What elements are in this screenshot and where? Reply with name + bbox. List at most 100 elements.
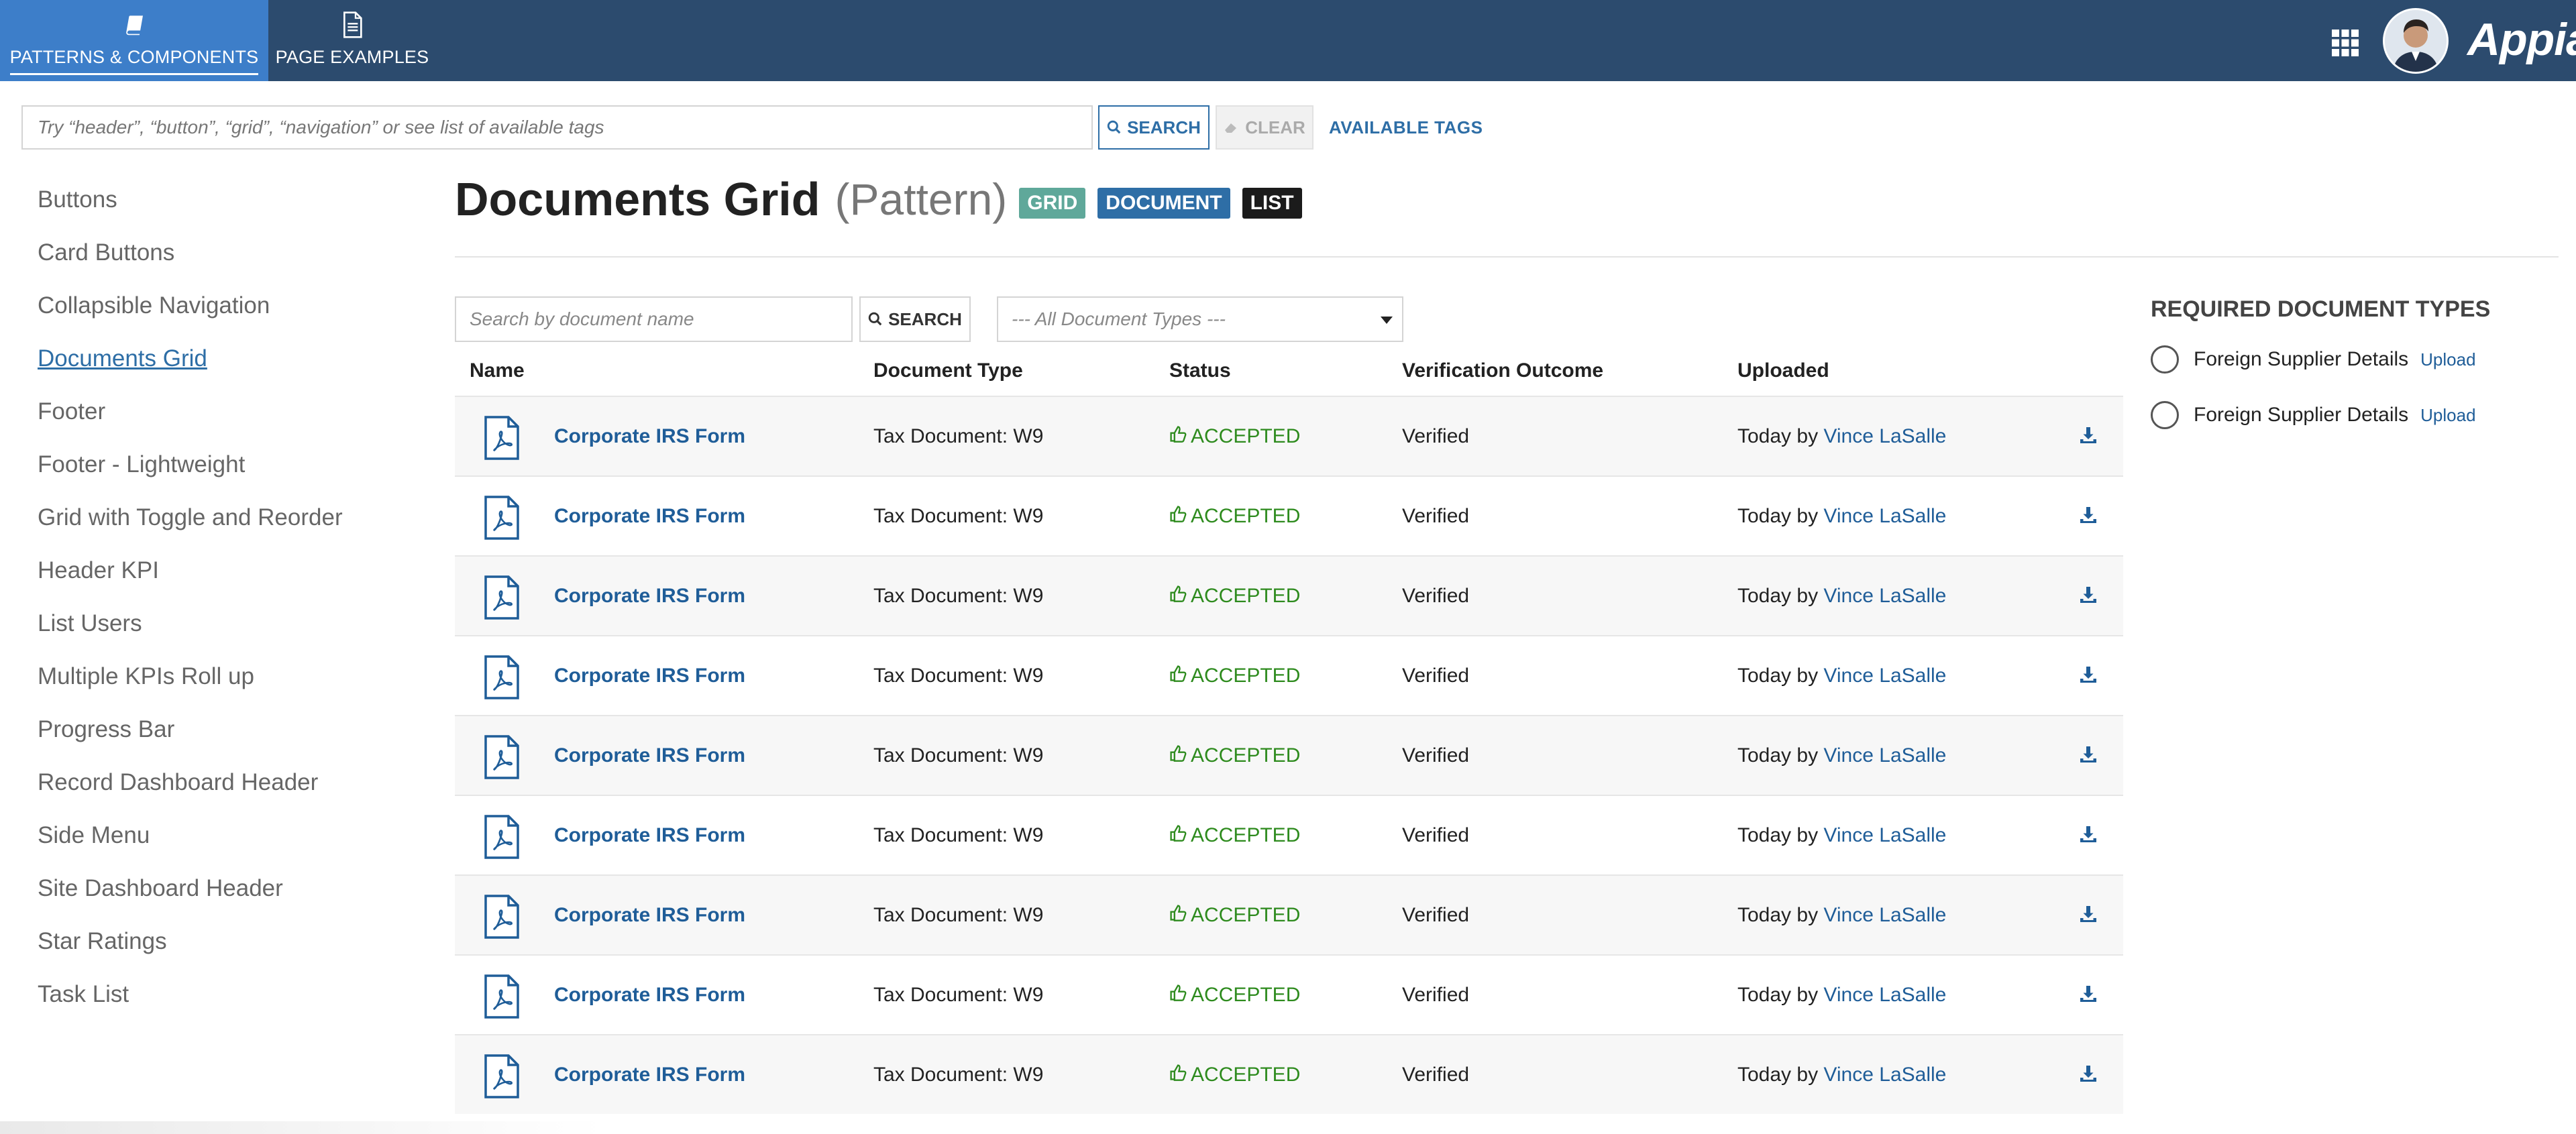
- sidebar-item-progress-bar[interactable]: Progress Bar: [38, 710, 413, 762]
- document-name-link[interactable]: Corporate IRS Form: [554, 824, 745, 847]
- download-icon[interactable]: [2078, 665, 2100, 686]
- radio-button[interactable]: [2151, 345, 2179, 374]
- document-type-cell: Tax Document: W9: [873, 744, 1044, 767]
- upload-link[interactable]: Upload: [2420, 405, 2475, 426]
- verification-outcome-cell: Verified: [1402, 585, 1470, 607]
- document-search-input[interactable]: Search by document name: [455, 296, 853, 342]
- column-header-uploaded[interactable]: Uploaded: [1737, 359, 1829, 382]
- column-header-status[interactable]: Status: [1169, 359, 1231, 382]
- uploader-link[interactable]: Vince LaSalle: [1823, 1064, 1946, 1086]
- search-icon: [868, 312, 882, 326]
- tag-grid[interactable]: GRID: [1019, 188, 1086, 219]
- thumbs-up-icon: [1169, 904, 1187, 927]
- tag-search-button[interactable]: SEARCH: [1098, 105, 1210, 150]
- status-label: ACCEPTED: [1191, 744, 1301, 767]
- sidebar-item-header-kpi[interactable]: Header KPI: [38, 551, 413, 604]
- status-cell: ACCEPTED: [1169, 904, 1300, 927]
- document-type-cell: Tax Document: W9: [873, 585, 1044, 607]
- apps-grid-icon[interactable]: [2331, 29, 2359, 57]
- document-name-link[interactable]: Corporate IRS Form: [554, 744, 745, 767]
- upload-link[interactable]: Upload: [2420, 349, 2475, 370]
- sidebar-item-footer[interactable]: Footer: [38, 392, 413, 445]
- sidebar-item-star-ratings[interactable]: Star Ratings: [38, 921, 413, 974]
- download-icon[interactable]: [2078, 824, 2100, 846]
- pdf-file-icon: [482, 496, 522, 540]
- sidebar-item-card-buttons[interactable]: Card Buttons: [38, 233, 413, 286]
- tag-document[interactable]: DOCUMENT: [1097, 188, 1230, 219]
- document-name-link[interactable]: Corporate IRS Form: [554, 505, 745, 528]
- verification-outcome-cell: Verified: [1402, 904, 1470, 926]
- document-name-link[interactable]: Corporate IRS Form: [554, 984, 745, 1007]
- uploader-link[interactable]: Vince LaSalle: [1823, 665, 1946, 687]
- uploaded-prefix: Today by: [1737, 585, 1819, 607]
- document-name-link[interactable]: Corporate IRS Form: [554, 665, 745, 687]
- user-avatar[interactable]: [2383, 8, 2449, 74]
- document-type-dropdown[interactable]: --- All Document Types ---: [997, 296, 1403, 342]
- tag-list[interactable]: LIST: [1242, 188, 1302, 219]
- uploader-link[interactable]: Vince LaSalle: [1823, 824, 1946, 846]
- tag-search-input[interactable]: Try “header”, “button”, “grid”, “navigat…: [21, 105, 1093, 150]
- sidebar-item-site-dashboard-header[interactable]: Site Dashboard Header: [38, 868, 413, 921]
- available-tags-link[interactable]: AVAILABLE TAGS: [1329, 105, 1483, 150]
- table-row: Corporate IRS Form Tax Document: W9 ACCEPT…: [455, 555, 2123, 635]
- document-name-link[interactable]: Corporate IRS Form: [554, 1064, 745, 1086]
- document-type-cell: Tax Document: W9: [873, 425, 1044, 447]
- column-header-document-type[interactable]: Document Type: [873, 359, 1023, 382]
- download-icon[interactable]: [2078, 425, 2100, 447]
- sidebar-item-grid-with-toggle-and-reorder[interactable]: Grid with Toggle and Reorder: [38, 498, 413, 551]
- status-cell: ACCEPTED: [1169, 824, 1300, 847]
- sidebar-item-footer-lightweight[interactable]: Footer - Lightweight: [38, 445, 413, 498]
- uploader-link[interactable]: Vince LaSalle: [1823, 425, 1946, 447]
- download-icon[interactable]: [2078, 585, 2100, 606]
- sidebar-item-multiple-kpis-roll-up[interactable]: Multiple KPIs Roll up: [38, 657, 413, 710]
- status-label: ACCEPTED: [1191, 665, 1301, 687]
- tab-page-examples[interactable]: PAGE EXAMPLES: [268, 0, 436, 81]
- download-icon[interactable]: [2078, 984, 2100, 1005]
- pdf-file-icon: [482, 416, 522, 460]
- thumbs-up-icon: [1169, 505, 1187, 528]
- uploader-link[interactable]: Vince LaSalle: [1823, 585, 1946, 607]
- uploader-link[interactable]: Vince LaSalle: [1823, 744, 1946, 767]
- verification-outcome-cell: Verified: [1402, 425, 1470, 447]
- sidebar-item-documents-grid[interactable]: Documents Grid: [38, 339, 413, 392]
- sidebar-item-collapsible-navigation[interactable]: Collapsible Navigation: [38, 286, 413, 339]
- tab-patterns-components[interactable]: PATTERNS & COMPONENTS: [0, 0, 268, 81]
- verification-outcome-cell: Verified: [1402, 665, 1470, 687]
- table-row: Corporate IRS Form Tax Document: W9 ACCEPT…: [455, 954, 2123, 1034]
- sidebar-item-buttons[interactable]: Buttons: [38, 180, 413, 233]
- download-icon[interactable]: [2078, 1064, 2100, 1085]
- download-icon[interactable]: [2078, 904, 2100, 925]
- uploaded-cell: Today by Vince LaSalle: [1737, 665, 1946, 687]
- status-cell: ACCEPTED: [1169, 585, 1300, 608]
- verification-outcome-cell: Verified: [1402, 744, 1470, 767]
- verification-outcome-cell: Verified: [1402, 1064, 1470, 1086]
- search-button-label: SEARCH: [1127, 117, 1201, 137]
- status-cell: ACCEPTED: [1169, 505, 1300, 528]
- clear-button[interactable]: CLEAR: [1216, 105, 1313, 150]
- sidebar-item-list-users[interactable]: List Users: [38, 604, 413, 657]
- radio-button[interactable]: [2151, 401, 2179, 429]
- thumbs-up-icon: [1169, 585, 1187, 608]
- status-label: ACCEPTED: [1191, 505, 1301, 527]
- sidebar-item-task-list[interactable]: Task List: [38, 974, 413, 1027]
- document-name-link[interactable]: Corporate IRS Form: [554, 425, 745, 448]
- document-search-button[interactable]: SEARCH: [859, 296, 971, 342]
- page-header: Documents Grid (Pattern) GRID DOCUMENT L…: [455, 169, 1302, 229]
- uploader-link[interactable]: Vince LaSalle: [1823, 505, 1946, 527]
- column-header-name[interactable]: Name: [470, 359, 525, 382]
- column-header-verification-outcome[interactable]: Verification Outcome: [1402, 359, 1603, 382]
- status-label: ACCEPTED: [1191, 904, 1301, 926]
- uploader-link[interactable]: Vince LaSalle: [1823, 904, 1946, 926]
- status-label: ACCEPTED: [1191, 984, 1301, 1006]
- download-icon[interactable]: [2078, 744, 2100, 766]
- uploaded-prefix: Today by: [1737, 984, 1819, 1006]
- sidebar-item-record-dashboard-header[interactable]: Record Dashboard Header: [38, 762, 413, 815]
- thumbs-up-icon: [1169, 665, 1187, 687]
- document-type-cell: Tax Document: W9: [873, 984, 1044, 1006]
- document-name-link[interactable]: Corporate IRS Form: [554, 585, 745, 608]
- table-row: Corporate IRS Form Tax Document: W9 ACCEPT…: [455, 795, 2123, 874]
- sidebar-item-side-menu[interactable]: Side Menu: [38, 815, 413, 868]
- download-icon[interactable]: [2078, 505, 2100, 526]
- uploader-link[interactable]: Vince LaSalle: [1823, 984, 1946, 1006]
- document-name-link[interactable]: Corporate IRS Form: [554, 904, 745, 927]
